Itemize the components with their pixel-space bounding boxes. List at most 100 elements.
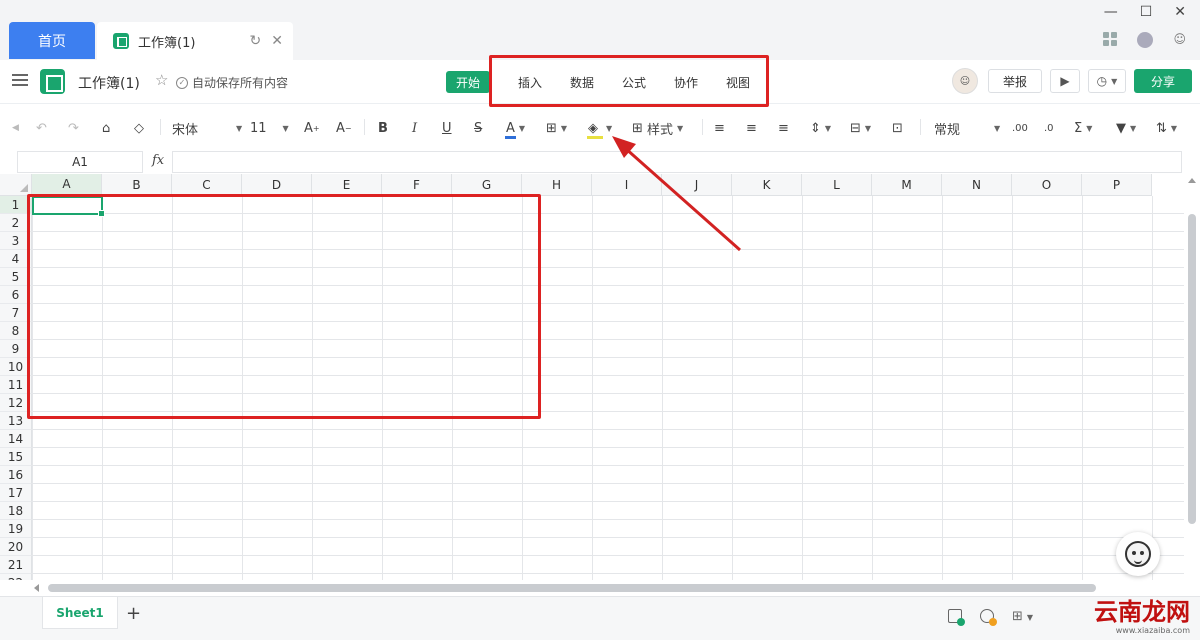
close-tab-icon[interactable]: ✕ [271,33,283,49]
font-color-icon[interactable]: A ▼ [505,119,525,139]
hamburger-menu-icon[interactable] [12,74,28,86]
increase-decimal-icon[interactable]: .00 [1012,119,1028,137]
column-header[interactable]: H [522,174,592,196]
eraser-icon[interactable]: ◇ [134,119,144,137]
tabbar-tools: ☺ [1103,32,1186,48]
minimize-icon[interactable]: — [1104,4,1118,20]
close-window-icon[interactable]: ✕ [1174,4,1186,20]
sheet-tab-sheet1[interactable]: Sheet1 [42,597,118,629]
filter-icon[interactable]: ▼ ▼ [1116,119,1136,137]
assistant-bot-icon[interactable] [1116,532,1160,576]
tab-start[interactable]: 开始 [446,71,491,93]
decrease-font-icon[interactable]: A − [336,119,352,137]
merge-cells-icon[interactable]: ⊟ ▼ [850,119,871,137]
column-header[interactable]: D [242,174,312,196]
row-header[interactable]: 22 [0,574,32,580]
column-header[interactable]: M [872,174,942,196]
column-header[interactable]: P [1082,174,1152,196]
home-tab[interactable]: 首页 [9,22,95,59]
border-icon[interactable]: ⊞ ▼ [546,119,567,137]
row-header[interactable]: 21 [0,556,32,574]
column-header[interactable]: K [732,174,802,196]
formula-input[interactable] [172,151,1182,173]
redo-icon[interactable]: ↷ [68,119,79,137]
window-controls: — ☐ ✕ [1104,4,1186,20]
formula-bar: A1 fx [0,150,1200,174]
increase-font-icon[interactable]: A + [304,119,320,137]
row-header[interactable]: 17 [0,484,32,502]
align-left-icon[interactable]: ≡ [714,119,725,137]
formatting-toolbar: ◀ ↶ ↷ ⌂ ◇ 宋体 ▼ 11 ▼ A + A − B I U S A ▼ ⊞ ▼ ◈ ▼… [0,105,1200,149]
history-clock-icon[interactable]: ◷ ▼ [1088,69,1126,93]
vertical-scroll-thumb[interactable] [1188,214,1196,524]
chat-icon[interactable] [1137,32,1154,48]
column-header[interactable]: B [102,174,172,196]
watermark-url: www.xiazaiba.com [1115,626,1190,635]
column-header[interactable]: I [592,174,662,196]
watermark-brand: 云南龙网 [1094,598,1190,626]
column-header[interactable]: F [382,174,452,196]
vertical-align-icon[interactable]: ⇕ ▼ [810,119,831,137]
star-icon[interactable]: ☆ [155,71,168,89]
scroll-up-icon[interactable] [1188,178,1196,183]
name-box[interactable]: A1 [17,151,143,173]
window-tab-bar: 首页 工作簿(1) ↻ ✕ — ☐ ✕ ☺ [0,0,1200,60]
add-sheet-button[interactable]: + [126,603,141,624]
column-header[interactable]: E [312,174,382,196]
number-format-select[interactable]: 常规 ▼ [934,119,1000,138]
font-family-select[interactable]: 宋体 ▼ [172,119,242,138]
underline-icon[interactable]: U [442,119,452,137]
vertical-scrollbar[interactable] [1184,174,1200,580]
format-painter-icon[interactable]: ⌂ [102,119,110,137]
maximize-icon[interactable]: ☐ [1140,4,1153,20]
sum-icon[interactable]: Σ ▼ [1074,119,1092,137]
row-header[interactable]: 15 [0,448,32,466]
collapse-left-icon[interactable]: ◀ [12,119,19,137]
row-header[interactable]: 20 [0,538,32,556]
workbook-tab[interactable]: 工作簿(1) ↻ ✕ [97,22,293,60]
annotation-cell-range-box [27,194,541,419]
present-video-icon[interactable]: ▶ [1050,69,1080,93]
bold-icon[interactable]: B [378,119,388,137]
row-header[interactable]: 14 [0,430,32,448]
column-header[interactable]: N [942,174,1012,196]
autosave-text: 自动保存所有内容 [192,76,289,90]
font-size-select[interactable]: 11 ▼ [250,119,289,137]
network-status-icon[interactable] [980,609,997,626]
column-header[interactable]: G [452,174,522,196]
column-header[interactable]: J [662,174,732,196]
row-header[interactable]: 16 [0,466,32,484]
align-right-icon[interactable]: ≡ [778,119,789,137]
sort-icon[interactable]: ⇅ ▼ [1156,119,1177,137]
column-header[interactable]: L [802,174,872,196]
refresh-icon[interactable]: ↻ [250,33,262,49]
row-header[interactable]: 19 [0,520,32,538]
spreadsheet-app: 首页 工作簿(1) ↻ ✕ — ☐ ✕ ☺ 工作簿(1) ☆ ✓ 自动保存所有内… [0,0,1200,640]
horizontal-scrollbar[interactable] [32,582,1184,594]
wrap-text-icon[interactable]: ⊡ [892,119,903,137]
column-header[interactable]: O [1012,174,1082,196]
align-center-icon[interactable]: ≡ [746,119,757,137]
avatar[interactable]: ☺ [951,68,978,94]
document-title[interactable]: 工作簿(1) [78,73,140,93]
row-header[interactable]: 18 [0,502,32,520]
horizontal-scroll-thumb[interactable] [48,584,1096,592]
decrease-decimal-icon[interactable]: .0 [1044,119,1054,137]
strikethrough-icon[interactable]: S [474,119,482,137]
select-all-corner[interactable] [0,174,32,196]
italic-icon[interactable]: I [412,119,417,137]
share-button[interactable]: 分享 [1134,69,1192,93]
column-header[interactable]: A [32,174,102,196]
check-circle-icon: ✓ [176,76,188,89]
fx-icon[interactable]: fx [152,153,164,168]
column-header[interactable]: C [172,174,242,196]
user-avatar-small-icon[interactable]: ☺ [1173,32,1186,48]
apps-grid-icon[interactable] [1103,32,1118,46]
protect-sheet-icon[interactable] [948,609,965,626]
cell-style-button[interactable]: ⊞ 样式 ▼ [632,119,683,138]
report-button[interactable]: 举报 [987,69,1042,93]
fill-color-icon[interactable]: ◈ ▼ [587,119,612,139]
scroll-left-icon[interactable] [34,584,39,592]
view-mode-icon[interactable]: ⊞ ▼ [1012,609,1033,624]
undo-icon[interactable]: ↶ [36,119,47,137]
